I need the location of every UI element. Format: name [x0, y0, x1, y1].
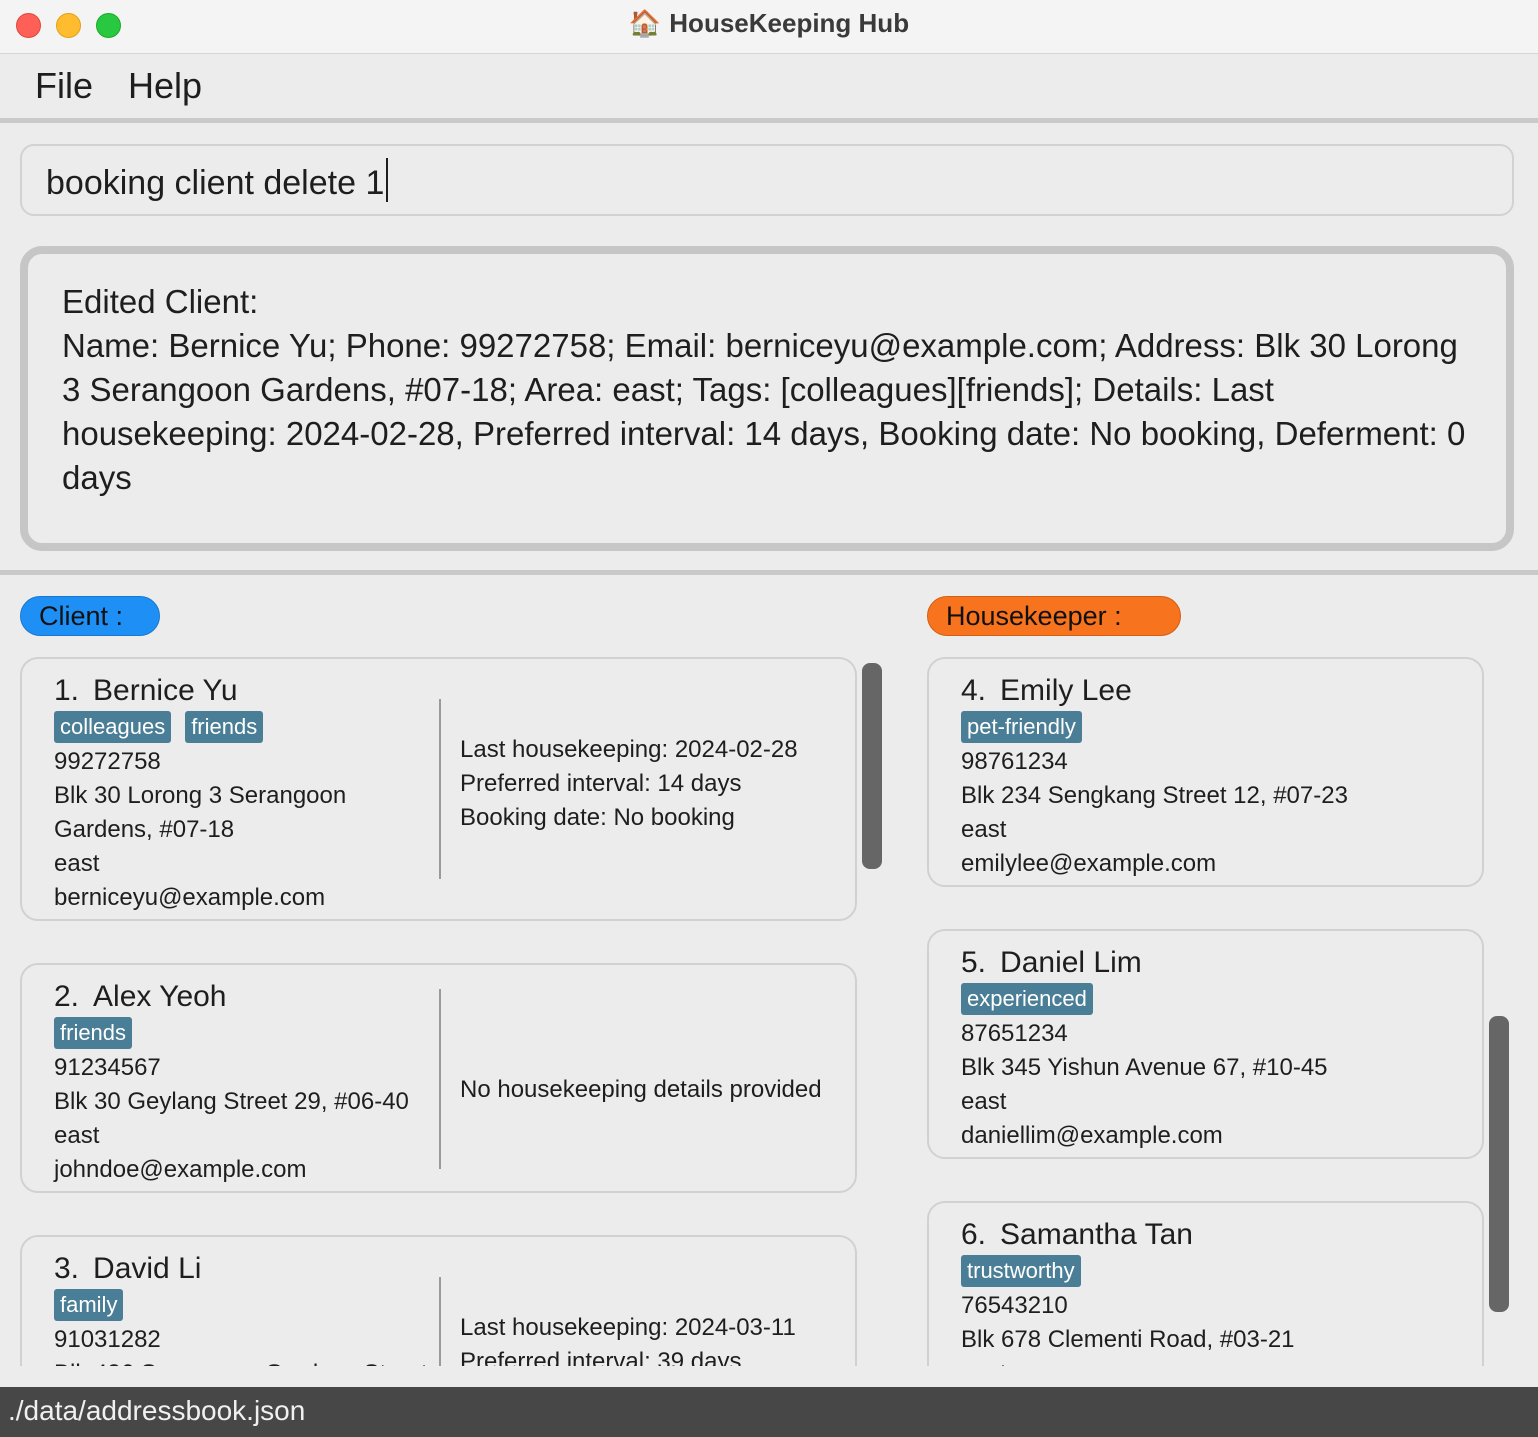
housekeeper-card[interactable]: 4. Emily Lee pet-friendly 98761234 Blk 23… [927, 657, 1484, 887]
card-title: 2. Alex Yeoh [54, 979, 434, 1015]
email: daniellim@example.com [961, 1122, 1223, 1149]
area: east [961, 1088, 1007, 1115]
housekeeping-details: Last housekeeping: 2024-03-11 Preferred … [460, 1311, 850, 1366]
tag: pet-friendly [961, 711, 1082, 743]
details-line: Preferred interval: 14 days [460, 770, 742, 797]
card-divider [439, 1277, 441, 1366]
client-list-scrollbar[interactable] [862, 663, 882, 869]
result-display: Edited Client: Name: Bernice Yu; Phone: … [20, 246, 1514, 551]
housekeeping-details: No housekeeping details provided [460, 1073, 850, 1107]
area: east [54, 1122, 100, 1149]
menu-file[interactable]: File [35, 65, 93, 107]
phone: 91234567 [54, 1054, 161, 1081]
card-name: David Li [93, 1252, 202, 1285]
card-title: 3. David Li [54, 1251, 434, 1287]
phone: 87651234 [961, 1020, 1068, 1047]
card-index: 3. [54, 1252, 80, 1285]
tag: family [54, 1289, 124, 1321]
menu-bar: File Help [0, 55, 1538, 119]
client-section-label: Client : [20, 596, 160, 636]
card-index: 4. [961, 674, 987, 707]
client-card[interactable]: 3. David Li family 91031282 Blk 436 Seran… [20, 1235, 857, 1366]
area: east [54, 850, 100, 877]
housekeeping-details: Last housekeeping: 2024-02-28 Preferred … [460, 733, 850, 835]
phone: 91031282 [54, 1326, 161, 1353]
card-name: Emily Lee [1000, 674, 1132, 707]
address-line: Blk 436 Serangoon Gardens Street [54, 1357, 434, 1366]
text-caret [386, 158, 389, 202]
details-line: No housekeeping details provided [460, 1076, 822, 1103]
phone: 76543210 [961, 1292, 1068, 1319]
tag: experienced [961, 983, 1093, 1015]
section-divider [0, 570, 1538, 575]
tag: friends [54, 1017, 133, 1049]
tag: colleagues [54, 711, 172, 743]
details-line: Last housekeeping: 2024-03-11 [460, 1314, 796, 1341]
card-title: 4. Emily Lee [961, 673, 1481, 709]
tag-list: experienced [961, 983, 1481, 1017]
area: east [961, 1357, 1481, 1366]
address-line: Blk 345 Yishun Avenue 67, #10-45 [961, 1054, 1328, 1081]
card-title: 5. Daniel Lim [961, 945, 1481, 981]
email: berniceyu@example.com [54, 884, 326, 911]
window-title-text: HouseKeeping Hub [669, 8, 910, 38]
save-file-path: ./data/addressbook.json [8, 1395, 306, 1426]
housekeeper-list-scrollbar[interactable] [1489, 1016, 1509, 1312]
card-name: Bernice Yu [93, 674, 238, 707]
housekeeper-card[interactable]: 6. Samantha Tan trustworthy 76543210 Blk … [927, 1201, 1484, 1366]
phone: 99272758 [54, 748, 161, 775]
phone: 98761234 [961, 748, 1068, 775]
address-line: Blk 30 Geylang Street 29, #06-40 [54, 1088, 409, 1115]
card-name: Alex Yeoh [93, 980, 227, 1013]
card-title: 1. Bernice Yu [54, 673, 434, 709]
card-name: Daniel Lim [1000, 946, 1142, 979]
housekeeper-section-label: Housekeeper : [927, 596, 1181, 636]
address-line: Blk 234 Sengkang Street 12, #07-23 [961, 782, 1348, 809]
details-line: Last housekeeping: 2024-02-28 [460, 736, 798, 763]
tag-list: colleagues friends [54, 711, 434, 745]
card-divider [439, 989, 441, 1169]
card-divider [439, 699, 441, 879]
tag-list: trustworthy [961, 1255, 1481, 1289]
command-input[interactable]: booking client delete 1 [20, 144, 1514, 216]
address-line: Blk 678 Clementi Road, #03-21 [961, 1326, 1295, 1353]
email: johndoe@example.com [54, 1156, 307, 1183]
address-line: Gardens, #07-18 [54, 816, 235, 843]
card-index: 2. [54, 980, 80, 1013]
client-card[interactable]: 2. Alex Yeoh friends 91234567 Blk 30 Geyl… [20, 963, 857, 1193]
address-line: Blk 30 Lorong 3 Serangoon [54, 782, 347, 809]
card-index: 6. [961, 1218, 987, 1251]
tag: trustworthy [961, 1255, 1081, 1287]
card-index: 5. [961, 946, 987, 979]
result-body: Name: Bernice Yu; Phone: 99272758; Email… [62, 327, 1466, 496]
tag-list: pet-friendly [961, 711, 1481, 745]
tag-list: friends [54, 1017, 434, 1051]
area: east [961, 816, 1007, 843]
menu-divider [0, 118, 1538, 123]
command-text: booking client delete 1 [46, 164, 385, 202]
details-line: Booking date: No booking [460, 804, 735, 831]
card-title: 6. Samantha Tan [961, 1217, 1481, 1253]
client-list[interactable]: 1. Bernice Yu colleagues friends 99272758… [0, 650, 900, 1366]
tag: friends [185, 711, 264, 743]
housekeeper-card[interactable]: 5. Daniel Lim experienced 87651234 Blk 34… [927, 929, 1484, 1159]
card-index: 1. [54, 674, 80, 707]
window-title: 🏠 HouseKeeping Hub [0, 8, 1538, 39]
details-line: Preferred interval: 39 days [460, 1348, 742, 1366]
result-heading: Edited Client: [62, 283, 259, 320]
tag-list: family [54, 1289, 434, 1323]
menu-help[interactable]: Help [128, 65, 202, 107]
title-bar: 🏠 HouseKeeping Hub [0, 0, 1538, 54]
status-bar: ./data/addressbook.json [0, 1387, 1538, 1437]
house-icon: 🏠 [628, 8, 662, 38]
client-card[interactable]: 1. Bernice Yu colleagues friends 99272758… [20, 657, 857, 921]
housekeeper-list[interactable]: 4. Emily Lee pet-friendly 98761234 Blk 23… [900, 650, 1510, 1366]
card-name: Samantha Tan [1000, 1218, 1193, 1251]
email: emilylee@example.com [961, 850, 1217, 877]
